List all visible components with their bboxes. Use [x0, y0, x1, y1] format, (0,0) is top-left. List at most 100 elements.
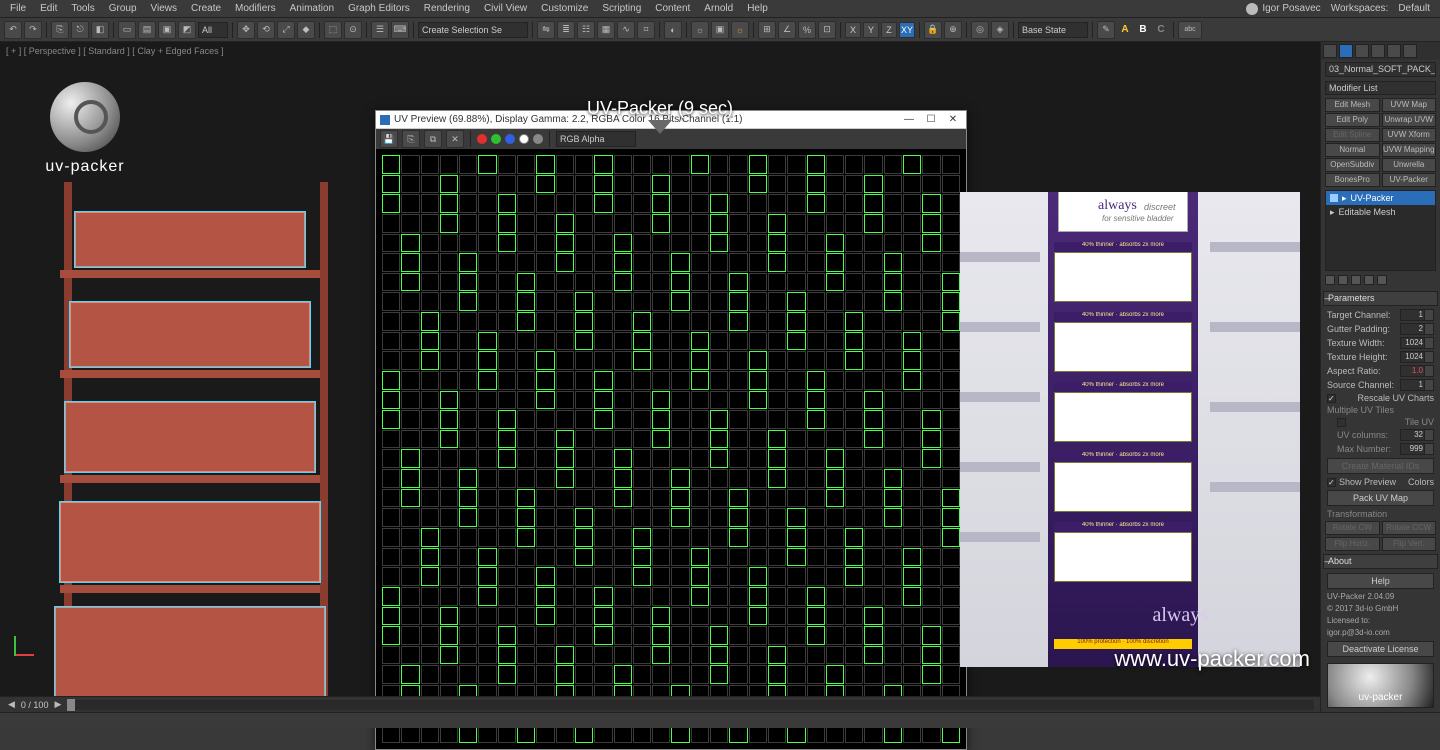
- menu-civilview[interactable]: Civil View: [478, 1, 533, 16]
- texw-spin[interactable]: 1024: [1400, 337, 1434, 349]
- select-manip-icon[interactable]: ☰: [371, 21, 389, 39]
- mod-uvw-map[interactable]: UVW Map: [1382, 98, 1437, 112]
- uv-delete-icon[interactable]: ✕: [446, 130, 464, 148]
- rendered-frame-icon[interactable]: ▣: [711, 21, 729, 39]
- select-region-icon[interactable]: ▣: [158, 21, 176, 39]
- menu-help[interactable]: Help: [741, 1, 774, 16]
- unlink-icon[interactable]: ⎋: [71, 21, 89, 39]
- snap-toggle-icon[interactable]: ⊞: [758, 21, 776, 39]
- mod-unwrap-uvw[interactable]: Unwrap UVW: [1382, 113, 1437, 127]
- uv-canvas[interactable]: [376, 149, 966, 749]
- workspaces-value[interactable]: Default: [1398, 3, 1430, 14]
- pivot-icon[interactable]: ⊙: [344, 21, 362, 39]
- rotate-icon[interactable]: ⟲: [257, 21, 275, 39]
- pack-uv-map-button[interactable]: Pack UV Map: [1327, 490, 1434, 506]
- named-selection-set[interactable]: [418, 22, 528, 38]
- base-state[interactable]: [1018, 22, 1088, 38]
- maxnum-spin[interactable]: 999: [1400, 443, 1434, 455]
- viewport[interactable]: [ + ] [ Perspective ] [ Standard ] [ Cla…: [0, 42, 1320, 696]
- user-chip[interactable]: Igor Posavec: [1246, 3, 1320, 15]
- link-icon[interactable]: ⎘: [51, 21, 69, 39]
- viewport-label[interactable]: [ + ] [ Perspective ] [ Standard ] [ Cla…: [6, 46, 224, 56]
- flip-v-button[interactable]: Flip Vert.: [1382, 537, 1437, 551]
- modifier-list-dropdown[interactable]: Modifier List: [1325, 81, 1436, 96]
- render-setup-icon[interactable]: ☼: [691, 21, 709, 39]
- channel-a-icon[interactable]: [519, 134, 529, 144]
- menu-arnold[interactable]: Arnold: [698, 1, 739, 16]
- axis-y[interactable]: Y: [863, 22, 879, 38]
- mirror-icon[interactable]: ⇋: [537, 21, 555, 39]
- mod-normal[interactable]: Normal: [1325, 143, 1380, 157]
- time-track[interactable]: [67, 700, 1314, 710]
- channel-select[interactable]: [556, 131, 636, 147]
- time-slider[interactable]: ◀ 0 / 100 ▶: [0, 696, 1320, 712]
- menu-create[interactable]: Create: [185, 1, 227, 16]
- select-name-icon[interactable]: ▤: [138, 21, 156, 39]
- letter-a[interactable]: A: [1117, 22, 1133, 38]
- extra-2-icon[interactable]: ◈: [991, 21, 1009, 39]
- mod-unwrella[interactable]: Unwrella: [1382, 158, 1437, 172]
- letter-b[interactable]: B: [1135, 22, 1151, 38]
- select-icon[interactable]: ▭: [118, 21, 136, 39]
- tab-motion-icon[interactable]: [1371, 44, 1385, 58]
- rotate-ccw-button[interactable]: Rotate CCW: [1382, 521, 1437, 535]
- show-end-icon[interactable]: [1338, 275, 1348, 285]
- configure-icon[interactable]: [1377, 275, 1387, 285]
- menu-grapheditors[interactable]: Graph Editors: [342, 1, 416, 16]
- toggle-ribbon-icon[interactable]: ▦: [597, 21, 615, 39]
- redo-icon[interactable]: ↷: [24, 21, 42, 39]
- tab-create-icon[interactable]: [1323, 44, 1337, 58]
- undo-icon[interactable]: ↶: [4, 21, 22, 39]
- menu-animation[interactable]: Animation: [284, 1, 340, 16]
- percent-snap-icon[interactable]: %: [798, 21, 816, 39]
- gutter-spin[interactable]: 2: [1400, 323, 1434, 335]
- mod-bonespro[interactable]: BonesPro: [1325, 173, 1380, 187]
- menu-rendering[interactable]: Rendering: [418, 1, 476, 16]
- extra-1-icon[interactable]: ◎: [971, 21, 989, 39]
- tab-display-icon[interactable]: [1387, 44, 1401, 58]
- showprev-checkbox[interactable]: [1327, 478, 1336, 487]
- align-icon[interactable]: ≣: [557, 21, 575, 39]
- channel-g-icon[interactable]: [491, 134, 501, 144]
- keyboard-icon[interactable]: ⌨: [391, 21, 409, 39]
- channel-r-icon[interactable]: [477, 134, 487, 144]
- letter-c[interactable]: C: [1153, 22, 1169, 38]
- axis-xy[interactable]: XY: [899, 22, 915, 38]
- axis-x[interactable]: X: [845, 22, 861, 38]
- stack-uvpacker[interactable]: ▸ UV-Packer: [1326, 191, 1435, 205]
- minimize-button[interactable]: —: [900, 114, 918, 125]
- mod-uvw-xform[interactable]: UVW Xform: [1382, 128, 1437, 142]
- uv-save-icon[interactable]: 💾: [380, 130, 398, 148]
- layers-icon[interactable]: ☷: [577, 21, 595, 39]
- unique-icon[interactable]: [1351, 275, 1361, 285]
- menu-customize[interactable]: Customize: [535, 1, 594, 16]
- maximize-button[interactable]: ☐: [922, 114, 940, 125]
- tab-hierarchy-icon[interactable]: [1355, 44, 1369, 58]
- deactivate-license-button[interactable]: Deactivate License: [1327, 641, 1434, 657]
- pin-stack-icon[interactable]: [1325, 275, 1335, 285]
- move-icon[interactable]: ✥: [237, 21, 255, 39]
- render-production-icon[interactable]: ☼: [731, 21, 749, 39]
- center-icon[interactable]: ⊕: [944, 21, 962, 39]
- texh-spin[interactable]: 1024: [1400, 351, 1434, 363]
- schematic-icon[interactable]: ⌗: [637, 21, 655, 39]
- rotate-cw-button[interactable]: Rotate CW: [1325, 521, 1380, 535]
- mod-uv-packer[interactable]: UV-Packer: [1382, 173, 1437, 187]
- close-button[interactable]: ✕: [944, 114, 962, 125]
- menu-edit[interactable]: Edit: [34, 1, 63, 16]
- uvcols-spin[interactable]: 32: [1400, 429, 1434, 441]
- remove-mod-icon[interactable]: [1364, 275, 1374, 285]
- channel-mono-icon[interactable]: [533, 134, 543, 144]
- rescale-checkbox[interactable]: [1327, 394, 1336, 403]
- refcoord-icon[interactable]: ⬚: [324, 21, 342, 39]
- target-channel-spin[interactable]: 1: [1400, 309, 1434, 321]
- flip-h-button[interactable]: Flip Horiz.: [1325, 537, 1380, 551]
- modifier-stack[interactable]: ▸ UV-Packer ▸ Editable Mesh: [1325, 190, 1436, 270]
- material-editor-icon[interactable]: ◐: [664, 21, 682, 39]
- menu-group[interactable]: Group: [103, 1, 143, 16]
- menu-scripting[interactable]: Scripting: [596, 1, 647, 16]
- menu-views[interactable]: Views: [145, 1, 184, 16]
- uv-copy-icon[interactable]: ⎘: [402, 130, 420, 148]
- placement-icon[interactable]: ◆: [297, 21, 315, 39]
- eye-icon[interactable]: [1330, 194, 1338, 202]
